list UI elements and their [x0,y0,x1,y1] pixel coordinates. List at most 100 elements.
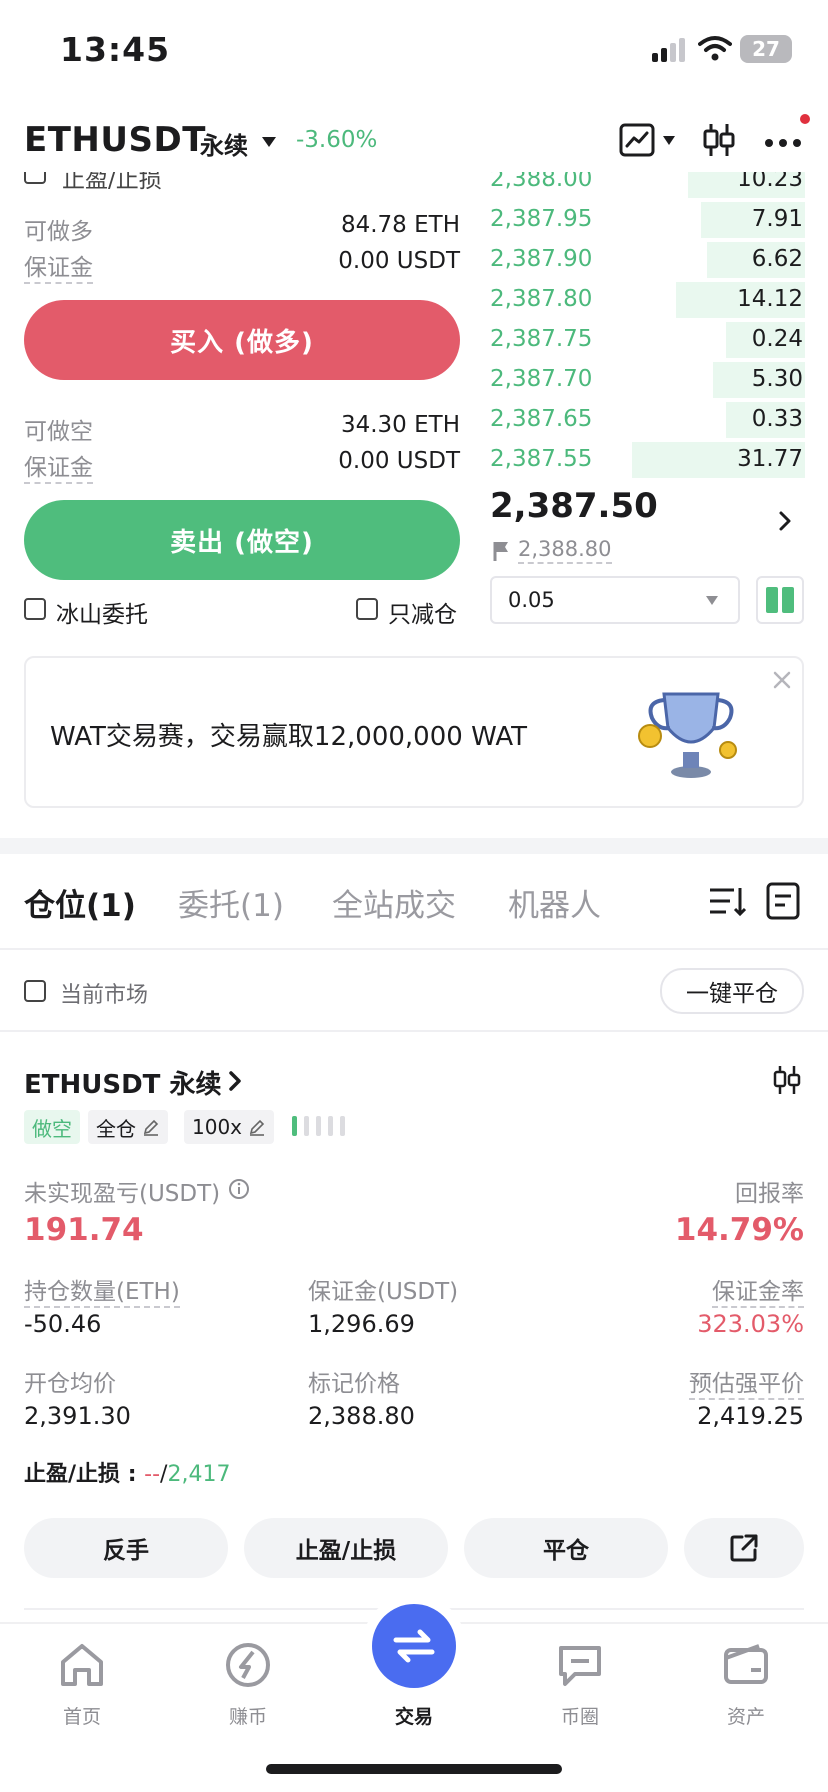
precision-value: 0.05 [508,588,555,612]
unrealized-pnl-label: 未实现盈亏(USDT) [24,1181,221,1207]
edit-icon [143,1119,159,1136]
short-margin-value: 0.00 USDT [338,448,460,474]
earn-icon [223,1640,273,1690]
orderbook-row[interactable]: 2,388.00 10.23 [490,172,805,200]
tp-value: -- [144,1462,161,1487]
orderbook-row[interactable]: 2,387.90 6.62 [490,240,805,280]
tpsl-summary: 止盈/止损 : --/2,417 [24,1456,230,1488]
orderbook-row[interactable]: 2,387.95 7.91 [490,200,805,240]
risk-level-indicator [292,1116,345,1136]
orderbook-row[interactable]: 2,387.65 0.33 [490,400,805,440]
orderbook-layout-icon[interactable] [756,576,804,624]
sl-value: 2,417 [167,1462,231,1487]
short-available-value: 34.30 ETH [340,412,460,438]
more-icon[interactable] [764,134,804,153]
banner-text: WAT交易赛，交易赢取12,000,000 WAT [50,722,528,752]
tab-orders[interactable]: 委托(1) [178,880,284,925]
tpsl-checkbox[interactable] [24,172,46,184]
document-icon[interactable] [766,882,800,924]
nav-community[interactable]: 币圈 [520,1638,640,1729]
close-icon[interactable] [772,670,792,694]
tab-divider [0,948,828,950]
sell-short-button[interactable]: 卖出 (做空) [24,500,460,580]
signal-icon [652,38,688,62]
leverage-label: 100x [192,1115,243,1139]
promo-banner[interactable]: WAT交易赛，交易赢取12,000,000 WAT [24,656,804,808]
home-icon [57,1640,107,1690]
chart-icon[interactable] [618,120,676,160]
entry-price-label: 开仓均价 [24,1371,116,1397]
orderbook-price: 2,387.90 [490,246,593,272]
pair-title[interactable]: ETHUSDT [24,120,206,160]
chevron-right-icon[interactable] [228,1070,242,1096]
share-button[interactable] [684,1518,804,1578]
chevron-right-icon[interactable] [778,510,792,536]
orderbook-price: 2,387.70 [490,366,593,392]
mark-price-value: 2,388.80 [308,1402,415,1430]
reduce-only-checkbox[interactable] [356,598,378,620]
long-margin-value: 0.00 USDT [338,248,460,274]
iceberg-label: 冰山委托 [56,602,148,628]
position-symbol[interactable]: ETHUSDT 永续 [24,1064,221,1101]
close-position-button[interactable]: 平仓 [464,1518,668,1578]
tab-all-trades[interactable]: 全站成交 [332,880,456,925]
flag-icon [492,540,510,566]
buy-long-button[interactable]: 买入 (做多) [24,300,460,380]
orderbook-qty: 5.30 [751,366,803,392]
current-market-checkbox[interactable] [24,980,46,1002]
orderbook-row[interactable]: 2,387.80 14.12 [490,280,805,320]
chevron-down-icon [706,596,718,605]
precision-select[interactable]: 0.05 [490,576,740,624]
long-margin-label: 保证金 [24,255,93,284]
leverage-tag[interactable]: 100x [184,1110,275,1144]
margin-mode-tag[interactable]: 全仓 [88,1110,168,1144]
nav-assets-label: 资产 [726,1706,765,1728]
battery-icon: 27 [740,35,792,63]
share-icon [730,1534,758,1562]
short-available-label: 可做空 [24,419,93,445]
roe-label: 回报率 [735,1181,804,1207]
contract-type[interactable]: 永续 [200,126,248,161]
margin-ratio-value: 323.03% [697,1310,804,1338]
tpsl-button[interactable]: 止盈/止损 [244,1518,448,1578]
reverse-button[interactable]: 反手 [24,1518,228,1578]
orderbook-price: 2,387.95 [490,206,593,232]
reduce-only-label: 只减仓 [388,602,457,628]
nav-home-label: 首页 [62,1706,101,1728]
orderbook-row[interactable]: 2,387.75 0.24 [490,320,805,360]
orderbook-qty: 7.91 [751,206,803,232]
sort-icon[interactable] [708,884,747,922]
orderbook-row[interactable]: 2,387.55 31.77 [490,440,805,480]
tab-bots[interactable]: 机器人 [508,880,601,925]
current-market-label: 当前市场 [60,983,149,1008]
chevron-down-icon[interactable] [262,137,276,147]
wifi-icon [698,34,732,66]
candlestick-icon[interactable] [772,1064,802,1100]
close-all-button[interactable]: 一键平仓 [660,968,804,1014]
mark-price: 2,388.80 [518,537,612,564]
trophy-icon [636,686,746,786]
home-indicator [266,1764,562,1774]
chat-icon [555,1640,605,1690]
nav-trade-label: 交易 [394,1706,433,1728]
orderbook-qty: 0.24 [751,326,803,352]
tpsl-row-partial: 止盈/止损 [0,172,480,192]
orderbook-row[interactable]: 2,387.70 5.30 [490,360,805,400]
orderbook-qty: 6.62 [751,246,803,272]
info-icon[interactable] [228,1178,250,1204]
nav-trade[interactable]: 交易 [354,1604,474,1729]
margin-mode-label: 全仓 [96,1116,136,1141]
size-value: -50.46 [24,1310,102,1338]
iceberg-checkbox[interactable] [24,598,46,620]
status-time: 13:45 [60,30,171,69]
orderbook-qty: 31.77 [737,446,803,472]
candlestick-icon[interactable] [702,122,736,162]
tab-positions[interactable]: 仓位(1) [24,880,136,925]
orderbook-price: 2,388.00 [490,172,593,192]
nav-home[interactable]: 首页 [22,1638,142,1729]
nav-assets[interactable]: 资产 [686,1638,806,1729]
entry-price-value: 2,391.30 [24,1402,131,1430]
long-available-value: 84.78 ETH [340,212,460,238]
nav-earn[interactable]: 赚币 [188,1638,308,1729]
edit-icon [249,1119,265,1136]
